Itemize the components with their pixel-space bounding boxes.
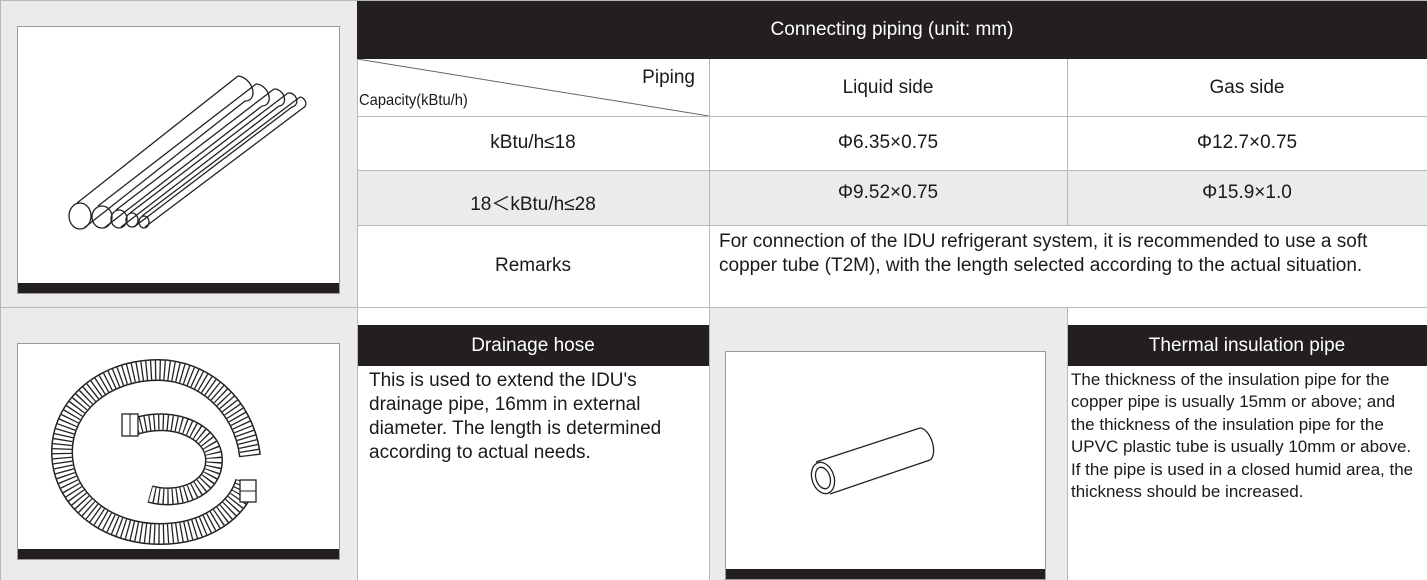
insulation-pipe-icon	[810, 427, 935, 495]
image-frame-base-bar	[18, 549, 339, 559]
grid-line	[357, 170, 1427, 171]
grid-line	[1067, 307, 1068, 580]
grid-line	[0, 307, 1427, 308]
drainage-hose-title: Drainage hose	[357, 325, 709, 366]
grid-line	[0, 0, 1, 580]
grid-line	[357, 59, 358, 580]
coiled-drainage-hose-icon	[50, 358, 261, 546]
insulation-pipe-image-frame	[725, 351, 1046, 580]
header-liquid-side: Liquid side	[709, 59, 1067, 116]
row2-liquid: Φ9.52×0.75	[709, 170, 1067, 225]
row2-gas: Φ15.9×1.0	[1067, 170, 1427, 225]
copper-pipe-illustration-cell	[0, 0, 357, 307]
image-frame-base-bar	[18, 283, 339, 293]
copper-pipes-icon	[68, 75, 307, 230]
row1-capacity: kBtu/h≤18	[357, 116, 709, 170]
remarks-label: Remarks	[357, 225, 709, 307]
grid-line	[1067, 59, 1068, 225]
row2-capacity: 18＜kBtu/h≤28	[357, 170, 709, 225]
header-gas-side: Gas side	[1067, 59, 1427, 116]
grid-line	[357, 225, 1427, 226]
copper-pipe-image-frame	[17, 26, 340, 294]
drainage-hose-illustration-cell	[0, 307, 357, 580]
grid-line	[709, 59, 710, 580]
drainage-hose-text: This is used to extend the IDU's drainag…	[357, 366, 709, 580]
piping-table-title: Connecting piping (unit: mm)	[357, 0, 1427, 59]
header-piping-label: Piping	[642, 67, 695, 88]
insulation-pipe-title: Thermal insulation pipe	[1067, 325, 1427, 366]
insulation-pipe-illustration-cell	[709, 307, 1067, 580]
row1-liquid: Φ6.35×0.75	[709, 116, 1067, 170]
image-frame-base-bar	[726, 569, 1045, 579]
header-capacity-label: Capacity(kBtu/h)	[359, 92, 468, 109]
row1-gas: Φ12.7×0.75	[1067, 116, 1427, 170]
grid-line	[0, 0, 1427, 1]
insulation-pipe-text: The thickness of the insulation pipe for…	[1067, 366, 1427, 580]
remarks-text: For connection of the IDU refrigerant sy…	[709, 225, 1427, 307]
grid-line	[357, 116, 1427, 117]
header-diagonal-cell: Piping Capacity(kBtu/h)	[357, 59, 709, 116]
drainage-hose-image-frame	[17, 343, 340, 560]
